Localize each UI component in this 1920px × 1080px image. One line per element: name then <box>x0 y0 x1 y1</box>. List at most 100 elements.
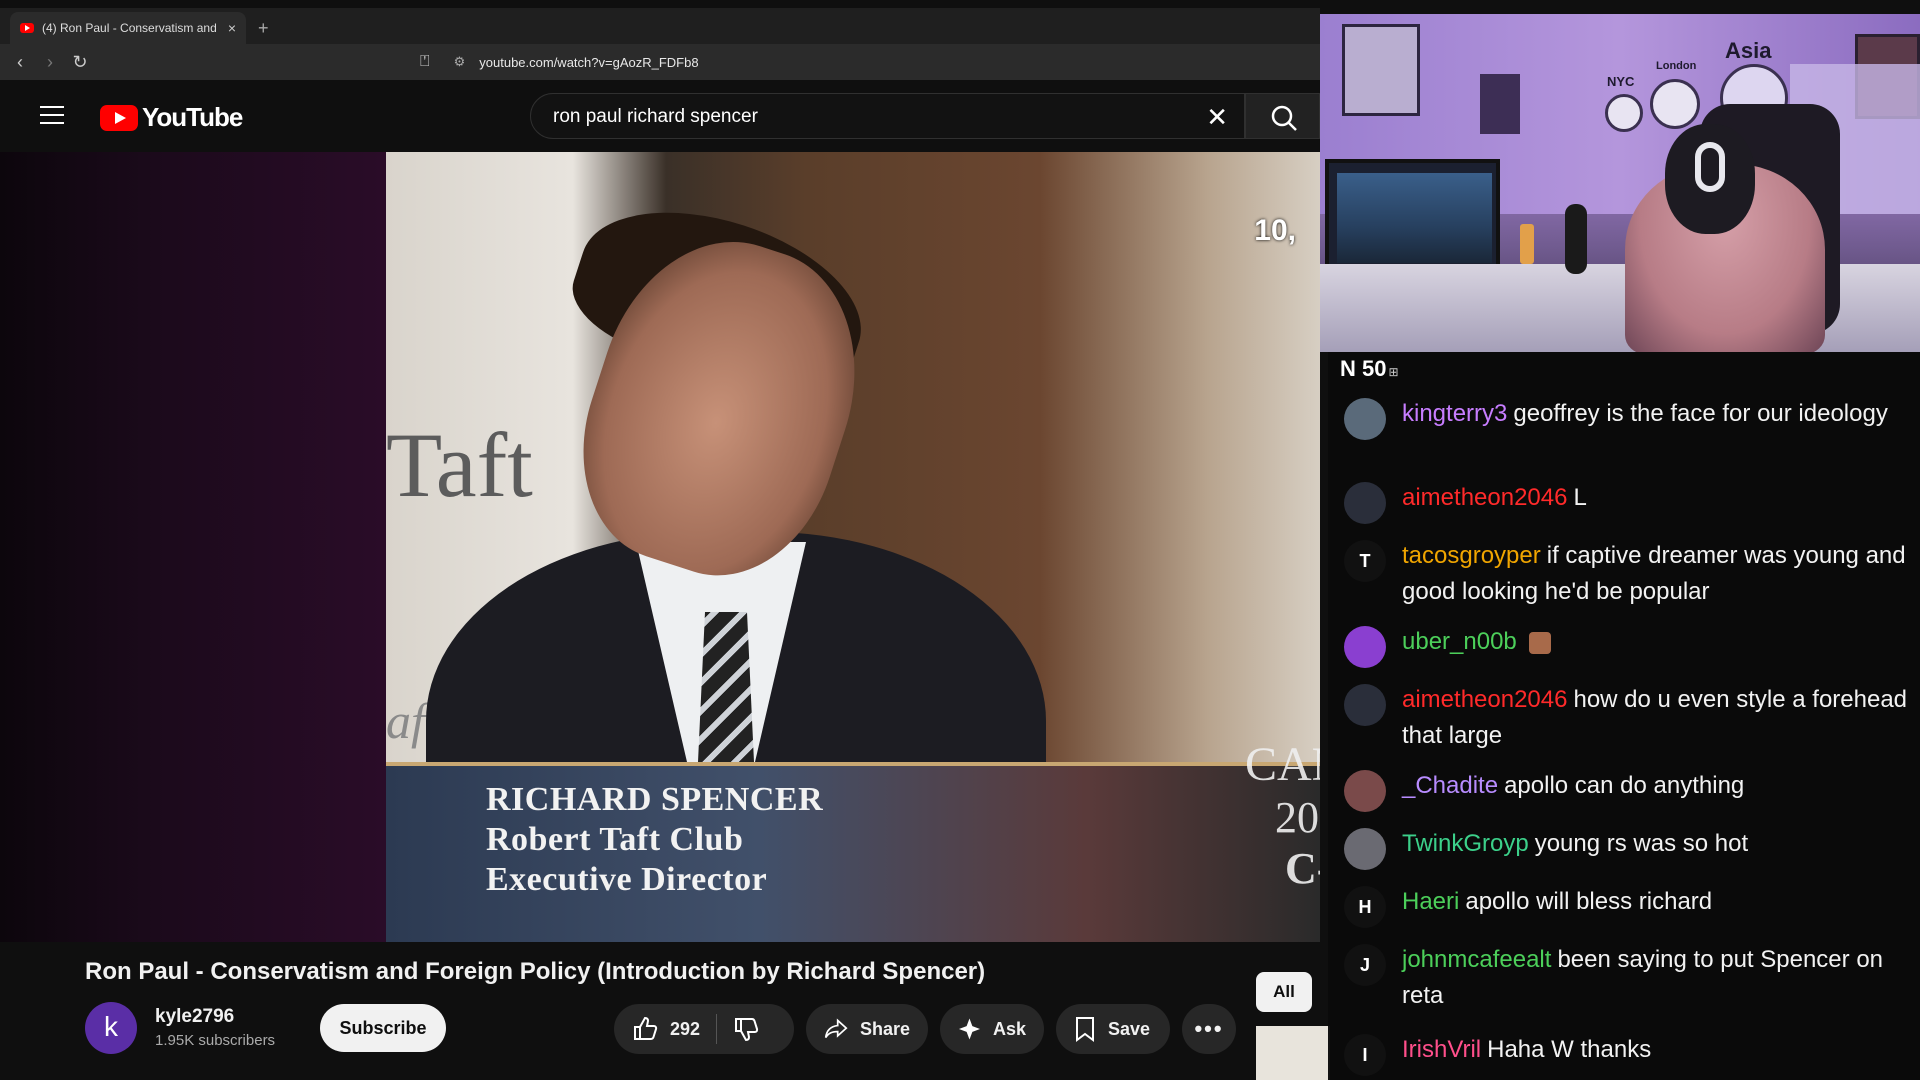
webcam-overlay: NYC London Asia <box>1320 14 1920 352</box>
menu-icon[interactable] <box>40 106 64 126</box>
clock-label-london: London <box>1656 60 1697 72</box>
browser-tab[interactable]: (4) Ron Paul - Conservatism and × <box>10 12 246 44</box>
wall-poster-2 <box>1480 74 1520 134</box>
chat-username: aimetheon2046 <box>1402 686 1568 713</box>
channel-info[interactable]: kyle2796 1.95K subscribers <box>155 1006 275 1049</box>
chat-message: J johnmcafeealt been saying to put Spence… <box>1344 942 1914 1014</box>
cspan-line1: CAMPAIGN <box>1245 738 1320 791</box>
save-button[interactable]: Save <box>1056 1004 1170 1054</box>
chat-text: L <box>1573 484 1587 511</box>
webcam-monitor <box>1325 159 1500 274</box>
chat-text: Haha W thanks <box>1487 1036 1652 1063</box>
cspan-logo: CAMPAIGN 2008 C-SPAN 2 <box>1245 737 1320 894</box>
video-title: Ron Paul - Conservatism and Foreign Poli… <box>85 958 986 985</box>
share-icon <box>824 1018 848 1039</box>
chat-avatar: T <box>1344 540 1386 582</box>
site-settings-icon[interactable]: ⚙ <box>454 54 466 70</box>
chat-username: kingterry3 <box>1402 400 1508 427</box>
webcam-bottle <box>1520 224 1534 264</box>
browser-tab-strip: (4) Ron Paul - Conservatism and × + <box>0 8 1320 44</box>
chat-header: N 50 ⊞ <box>1340 356 1399 382</box>
chat-message: aimetheon2046 how do u even style a foreh… <box>1344 682 1914 754</box>
chat-avatar <box>1344 398 1386 440</box>
microphone-icon <box>1565 204 1587 274</box>
chat-username: _Chadite <box>1402 772 1499 799</box>
recommendation-thumbnail[interactable] <box>1256 1026 1330 1080</box>
address-bar[interactable]: ⍞ ⚙ youtube.com/watch?v=gAozR_FDFb8 <box>420 48 1320 76</box>
url-text: youtube.com/watch?v=gAozR_FDFb8 <box>479 54 699 70</box>
search-input[interactable]: ron paul richard spencer ✕ <box>530 93 1245 139</box>
forward-arrow-icon[interactable]: › <box>38 50 62 74</box>
wall-poster <box>1342 24 1420 116</box>
chat-message: aimetheon2046 L <box>1344 480 1914 524</box>
chat-message: TwinkGroyp young rs was so hot <box>1344 826 1914 870</box>
chat-avatar <box>1344 626 1386 668</box>
bookmark-save-icon <box>1076 1017 1094 1042</box>
wall-clock-nyc <box>1605 94 1643 132</box>
chat-message: H Haeri apollo will bless richard <box>1344 884 1914 928</box>
headphones-icon <box>1695 142 1725 192</box>
youtube-logo[interactable]: YouTube <box>100 102 243 133</box>
youtube-play-icon <box>100 104 138 131</box>
cspan-line3: C-SPAN 2 <box>1285 844 1320 893</box>
chat-message: I IrishVril Haha W thanks <box>1344 1032 1914 1076</box>
new-tab-button[interactable]: + <box>258 18 269 39</box>
search-query: ron paul richard spencer <box>553 106 758 127</box>
viewer-count: N 50 <box>1340 356 1387 381</box>
chat-message: kingterry3 geoffrey is the face for our i… <box>1344 396 1914 440</box>
lower-third-name: RICHARD SPENCER <box>486 781 824 818</box>
chat-avatar: J <box>1344 944 1386 986</box>
chip-all[interactable]: All <box>1256 972 1312 1012</box>
chat-username: tacosgroyper <box>1402 542 1541 569</box>
chat-username: uber_n00b <box>1402 628 1517 655</box>
search-icon <box>1271 105 1297 131</box>
back-arrow-icon[interactable]: ‹ <box>8 50 32 74</box>
clock-label-asia: Asia <box>1725 38 1772 63</box>
channel-avatar[interactable]: k <box>85 1002 137 1054</box>
screen: (4) Ron Paul - Conservatism and × + ‹ › … <box>0 0 1920 1080</box>
video-player[interactable]: Taft aft 10, RICHARD SPENCER Robert Taft… <box>0 152 1320 942</box>
youtube-header: YouTube ron paul richard spencer ✕ <box>0 80 1320 152</box>
tab-title: (4) Ron Paul - Conservatism and <box>42 21 217 35</box>
more-actions-button[interactable]: ••• <box>1182 1004 1236 1054</box>
video-pillarbox <box>0 152 386 942</box>
chat-text: young rs was so hot <box>1534 830 1749 857</box>
like-count[interactable]: 292 <box>670 1019 700 1040</box>
chat-username: Haeri <box>1402 888 1460 915</box>
wall-text: Taft <box>386 414 533 516</box>
channel-name[interactable]: kyle2796 <box>155 1006 275 1028</box>
chat-username: IrishVril <box>1402 1036 1482 1063</box>
chat-avatar <box>1344 482 1386 524</box>
reload-icon[interactable]: ↻ <box>68 50 92 74</box>
share-label: Share <box>859 1018 910 1039</box>
search-button[interactable] <box>1245 93 1320 139</box>
video-corner-text: 10, <box>1254 214 1296 247</box>
tab-close-icon[interactable]: × <box>228 20 236 36</box>
chat-avatar <box>1344 828 1386 870</box>
wall-clock-london <box>1650 79 1700 129</box>
save-label: Save <box>1108 1018 1151 1039</box>
lower-third-role: Executive Director <box>486 861 768 898</box>
like-divider <box>716 1014 718 1044</box>
chat-text: apollo will bless richard <box>1465 888 1713 915</box>
browser-toolbar: ‹ › ↻ ⍞ ⚙ youtube.com/watch?v=gAozR_FDFb… <box>0 44 1320 80</box>
chat-avatar <box>1344 770 1386 812</box>
like-dislike-group: 292 <box>614 1004 794 1054</box>
chat-username: johnmcafeealt <box>1402 946 1552 973</box>
chat-avatar: H <box>1344 886 1386 928</box>
ask-button[interactable]: Ask <box>940 1004 1044 1054</box>
thumbs-down-icon[interactable] <box>733 1016 759 1042</box>
youtube-wordmark: YouTube <box>142 102 243 132</box>
thumbs-up-icon[interactable] <box>632 1016 658 1042</box>
chat-avatar: I <box>1344 1034 1386 1076</box>
chat-username: aimetheon2046 <box>1402 484 1568 511</box>
chat-username: TwinkGroyp <box>1402 830 1529 857</box>
bookmark-icon[interactable]: ⍞ <box>420 53 430 71</box>
chat-overlay: N 50 ⊞ kingterry3 geoffrey is the face for… <box>1328 352 1920 1080</box>
subscribe-button[interactable]: Subscribe <box>320 1004 446 1052</box>
clear-search-icon[interactable]: ✕ <box>1206 102 1228 133</box>
chat-message: _Chadite apollo can do anything <box>1344 768 1914 812</box>
share-button[interactable]: Share <box>806 1004 928 1054</box>
sparkle-icon <box>958 1018 981 1040</box>
chat-text: geoffrey is the face for our ideology <box>1513 400 1888 427</box>
